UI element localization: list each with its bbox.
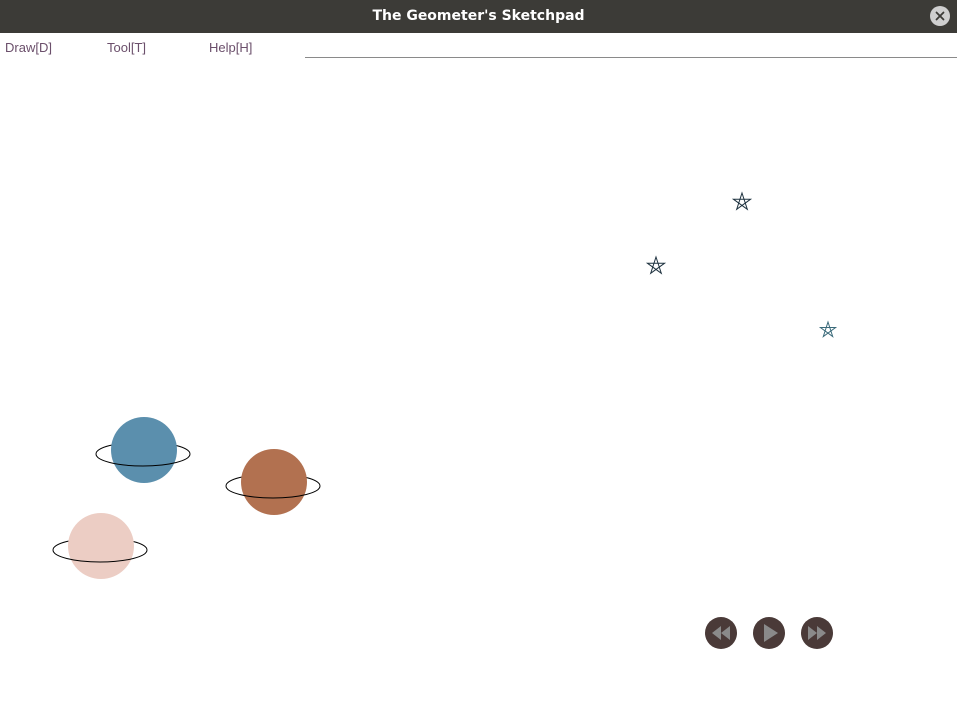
fast-forward-button[interactable]: [801, 617, 833, 649]
fast-forward-icon: [808, 626, 826, 640]
rewind-icon: [712, 626, 730, 640]
star-3[interactable]: [818, 320, 838, 338]
rewind-button[interactable]: [705, 617, 737, 649]
star-1[interactable]: [731, 191, 753, 211]
blue-planet[interactable]: [95, 417, 191, 483]
close-icon: [935, 11, 945, 21]
menu-divider: [305, 57, 957, 58]
planet-body: [111, 417, 177, 483]
planet-body: [241, 449, 307, 515]
play-icon: [764, 624, 778, 642]
menu-tool[interactable]: Tool[T]: [107, 40, 146, 55]
pink-planet[interactable]: [52, 513, 148, 579]
menu-bar: Draw[D] Tool[T] Help[H]: [0, 33, 957, 59]
brown-planet[interactable]: [225, 449, 321, 515]
window-title: The Geometer's Sketchpad: [372, 8, 585, 24]
play-button[interactable]: [753, 617, 785, 649]
close-button[interactable]: [930, 6, 950, 26]
star-2[interactable]: [645, 255, 667, 275]
menu-help[interactable]: Help[H]: [209, 40, 252, 55]
menu-draw[interactable]: Draw[D]: [5, 40, 52, 55]
planet-body: [68, 513, 134, 579]
drawing-canvas[interactable]: [0, 59, 957, 701]
